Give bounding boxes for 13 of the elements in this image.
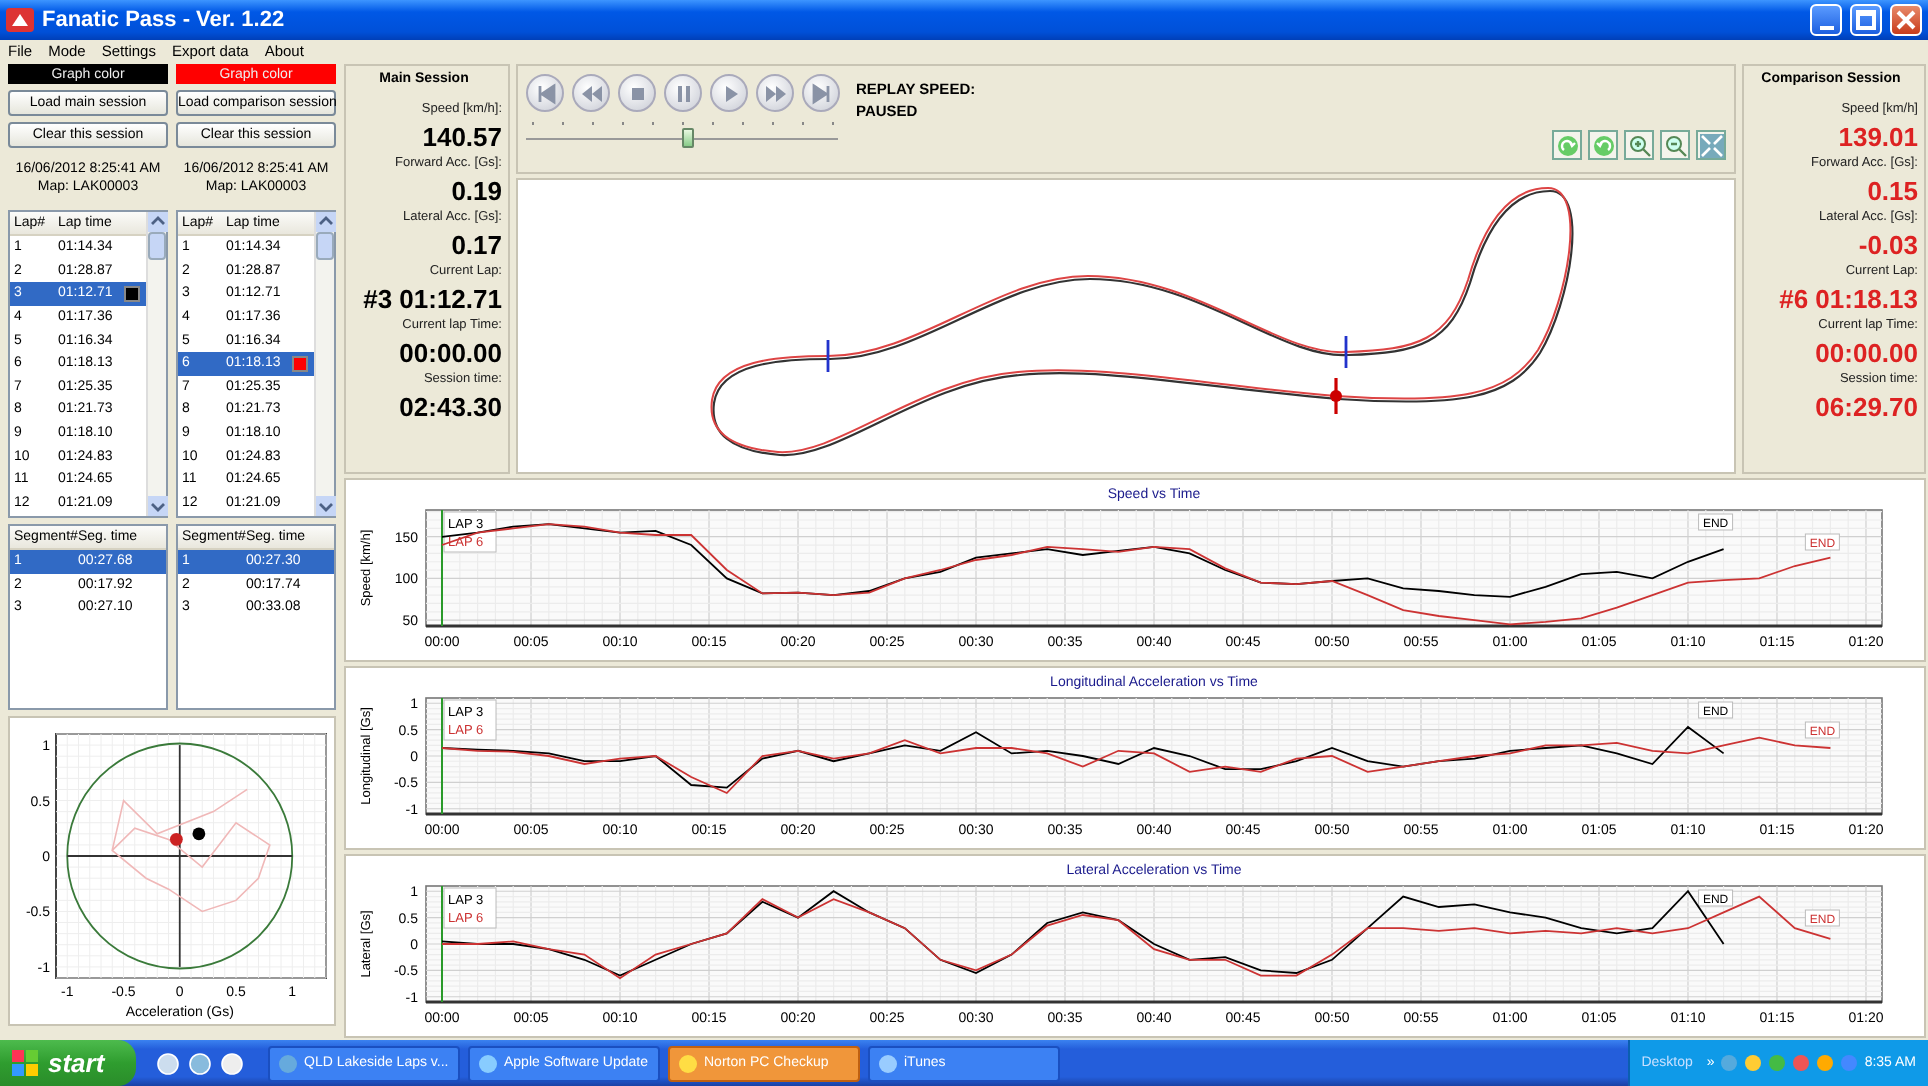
readout-value: 02:43.30 [399, 392, 502, 422]
readout-value: #6 01:18.13 [1779, 284, 1918, 314]
readout-value: -0.03 [1858, 230, 1918, 260]
readout-value: 139.01 [1838, 122, 1918, 152]
readout-value: 06:29.70 [1815, 392, 1918, 422]
readout-value: 00:00.00 [1815, 338, 1918, 368]
readout-value: 00:00.00 [399, 338, 502, 368]
readout-value: 140.57 [422, 122, 502, 152]
readout-value: 0.19 [451, 176, 502, 206]
readout-value: 0.17 [451, 230, 502, 260]
readout-value: #3 01:12.71 [363, 284, 502, 314]
readout-value: 0.15 [1867, 176, 1918, 206]
window-title: Fanatic Pass - Ver. 1.22 [42, 8, 287, 32]
